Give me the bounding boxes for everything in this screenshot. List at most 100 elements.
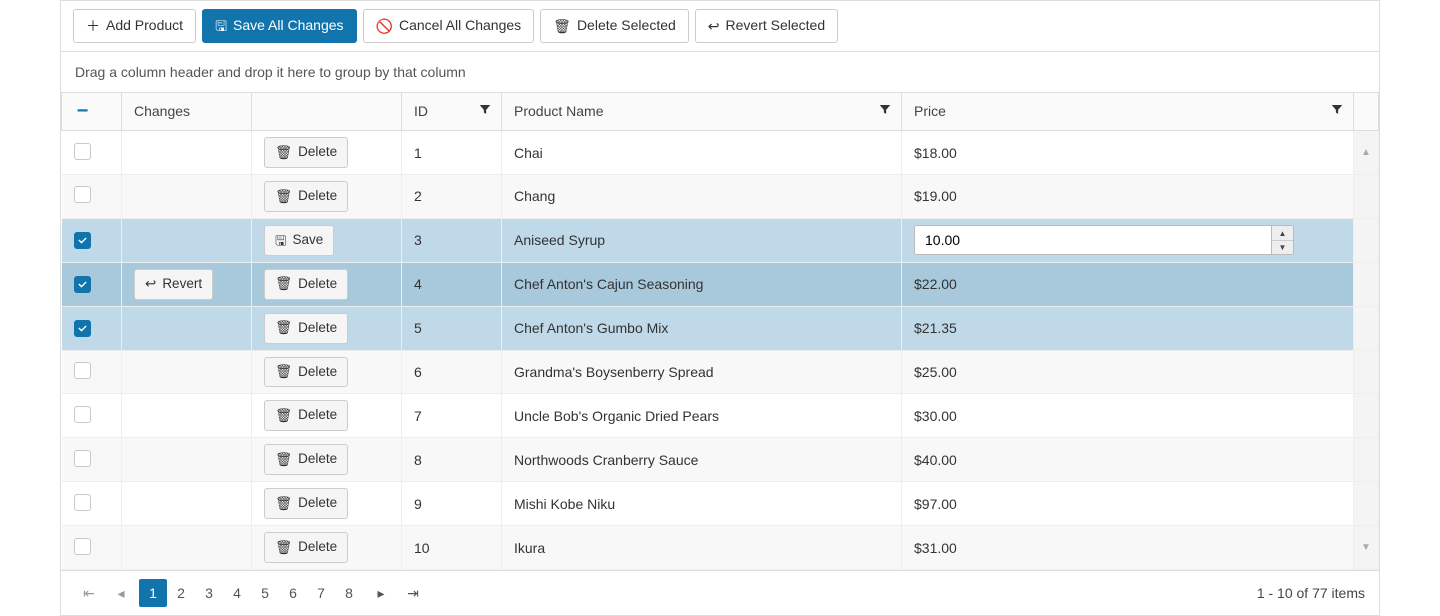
- page-last-button[interactable]: ⇥: [399, 579, 427, 607]
- row-checkbox[interactable]: [74, 186, 91, 203]
- cancel-all-button[interactable]: 🚫 Cancel All Changes: [363, 9, 535, 43]
- cell-id[interactable]: 3: [402, 218, 502, 262]
- cell-product-name[interactable]: Chef Anton's Gumbo Mix: [502, 306, 902, 350]
- row-checkbox[interactable]: [74, 538, 91, 555]
- table-row: 🗑Delete 8Northwoods Cranberry Sauce$40.00: [62, 438, 1379, 482]
- cell-id[interactable]: 1: [402, 131, 502, 175]
- cell-price[interactable]: $31.00: [902, 526, 1354, 570]
- cell-price[interactable]: $21.35: [902, 306, 1354, 350]
- cell-price[interactable]: $30.00: [902, 394, 1354, 438]
- cell-price[interactable]: $25.00: [902, 350, 1354, 394]
- price-input[interactable]: [915, 226, 1271, 254]
- cell-product-name[interactable]: Chang: [502, 174, 902, 218]
- cell-product-name[interactable]: Mishi Kobe Niku: [502, 482, 902, 526]
- pager: ⇤ ◂ 12345678 ▸ ⇥ 1 - 10 of 77 items: [61, 570, 1379, 615]
- header-actions: [252, 92, 402, 131]
- table-row: 🗑Delete 7Uncle Bob's Organic Dried Pears$…: [62, 394, 1379, 438]
- header-product-name[interactable]: Product Name: [502, 92, 902, 131]
- scroll-gutter: [1354, 218, 1379, 262]
- delete-row-button[interactable]: 🗑Delete: [264, 532, 348, 563]
- delete-label: Delete: [298, 450, 337, 469]
- cell-price[interactable]: $22.00: [902, 262, 1354, 306]
- page-next-button[interactable]: ▸: [367, 579, 395, 607]
- delete-row-button[interactable]: 🗑Delete: [264, 400, 348, 431]
- cell-id[interactable]: 7: [402, 394, 502, 438]
- row-checkbox[interactable]: [74, 362, 91, 379]
- cell-id[interactable]: 2: [402, 174, 502, 218]
- page-number-button[interactable]: 5: [251, 579, 279, 607]
- delete-row-button[interactable]: 🗑Delete: [264, 444, 348, 475]
- cell-id[interactable]: 4: [402, 262, 502, 306]
- header-changes[interactable]: Changes: [122, 92, 252, 131]
- cell-id[interactable]: 8: [402, 438, 502, 482]
- page-number-button[interactable]: 1: [139, 579, 167, 607]
- page-prev-button[interactable]: ◂: [107, 579, 135, 607]
- grouping-drop-area[interactable]: Drag a column header and drop it here to…: [61, 51, 1379, 92]
- cell-product-name[interactable]: Chef Anton's Cajun Seasoning: [502, 262, 902, 306]
- cell-product-name[interactable]: Ikura: [502, 526, 902, 570]
- row-checkbox[interactable]: [74, 232, 91, 249]
- header-id[interactable]: ID: [402, 92, 502, 131]
- row-checkbox[interactable]: [74, 450, 91, 467]
- delete-row-button[interactable]: 🗑Delete: [264, 357, 348, 388]
- pager-info: 1 - 10 of 77 items: [1257, 585, 1365, 601]
- cell-product-name[interactable]: Chai: [502, 131, 902, 175]
- page-number-button[interactable]: 7: [307, 579, 335, 607]
- header-id-label: ID: [414, 103, 428, 119]
- page-number-button[interactable]: 6: [279, 579, 307, 607]
- delete-row-button[interactable]: 🗑Delete: [264, 269, 348, 300]
- scroll-up-icon[interactable]: ▲: [1354, 147, 1378, 158]
- cell-id[interactable]: 6: [402, 350, 502, 394]
- revert-row-button[interactable]: ↩Revert: [134, 269, 213, 300]
- delete-row-button[interactable]: 🗑Delete: [264, 313, 348, 344]
- add-product-button[interactable]: ＋ Add Product: [73, 9, 196, 43]
- row-checkbox[interactable]: [74, 406, 91, 423]
- header-price[interactable]: Price: [902, 92, 1354, 131]
- cell-price[interactable]: $40.00: [902, 438, 1354, 482]
- revert-selected-button[interactable]: ↩ Revert Selected: [695, 9, 838, 43]
- revert-label: Revert: [162, 275, 202, 294]
- row-checkbox[interactable]: [74, 143, 91, 160]
- cell-product-name[interactable]: Aniseed Syrup: [502, 218, 902, 262]
- filter-icon[interactable]: [1331, 104, 1343, 119]
- trash-icon: 🗑: [275, 497, 292, 511]
- row-checkbox[interactable]: [74, 320, 91, 337]
- cell-price[interactable]: $18.00: [902, 131, 1354, 175]
- save-row-button[interactable]: 🖫Save: [264, 225, 334, 256]
- row-checkbox[interactable]: [74, 276, 91, 293]
- cell-product-name[interactable]: Uncle Bob's Organic Dried Pears: [502, 394, 902, 438]
- delete-label: Delete: [298, 363, 337, 382]
- cell-id[interactable]: 5: [402, 306, 502, 350]
- delete-row-button[interactable]: 🗑Delete: [264, 488, 348, 519]
- save-all-button[interactable]: 🖫 Save All Changes: [202, 9, 356, 43]
- trash-icon: 🗑: [275, 541, 292, 555]
- cell-product-name[interactable]: Northwoods Cranberry Sauce: [502, 438, 902, 482]
- spin-up-button[interactable]: ▲: [1272, 226, 1293, 241]
- scroll-gutter: [1354, 394, 1379, 438]
- delete-row-button[interactable]: 🗑Delete: [264, 137, 348, 168]
- spin-down-button[interactable]: ▼: [1272, 241, 1293, 255]
- cell-price[interactable]: $97.00: [902, 482, 1354, 526]
- scroll-gutter: [1354, 306, 1379, 350]
- page-number-button[interactable]: 3: [195, 579, 223, 607]
- page-number-button[interactable]: 8: [335, 579, 363, 607]
- delete-row-button[interactable]: 🗑Delete: [264, 181, 348, 212]
- trash-icon: 🗑: [275, 277, 292, 291]
- cell-price[interactable]: $19.00: [902, 174, 1354, 218]
- page-first-button[interactable]: ⇤: [75, 579, 103, 607]
- revert-icon: ↩: [708, 19, 720, 33]
- page-number-button[interactable]: 4: [223, 579, 251, 607]
- cell-id[interactable]: 9: [402, 482, 502, 526]
- delete-selected-button[interactable]: 🗑 Delete Selected: [540, 9, 689, 43]
- scroll-down-icon[interactable]: ▼: [1354, 542, 1378, 553]
- page-number-button[interactable]: 2: [167, 579, 195, 607]
- filter-icon[interactable]: [479, 104, 491, 119]
- cell-product-name[interactable]: Grandma's Boysenberry Spread: [502, 350, 902, 394]
- filter-icon[interactable]: [879, 104, 891, 119]
- row-checkbox[interactable]: [74, 494, 91, 511]
- cell-id[interactable]: 10: [402, 526, 502, 570]
- cell-price[interactable]: ▲ ▼: [902, 218, 1354, 262]
- header-select-all[interactable]: −: [62, 92, 122, 131]
- spin-buttons: ▲ ▼: [1271, 226, 1293, 254]
- scroll-gutter: ▼: [1354, 526, 1379, 570]
